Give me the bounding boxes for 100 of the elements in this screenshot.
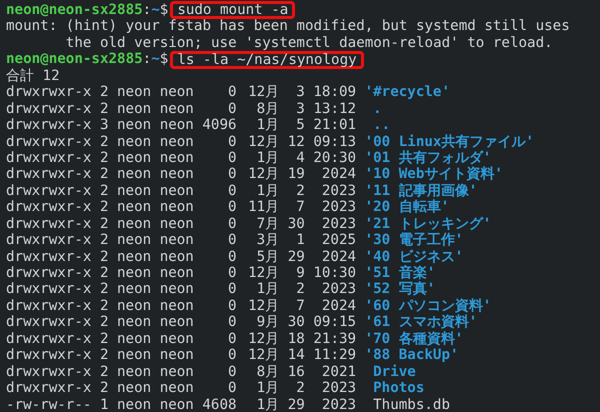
time-text: 2023 [320, 281, 356, 298]
link-count: 2 [100, 232, 108, 249]
group-text: neon [160, 396, 194, 412]
permissions-text: drwxrwxr-x [6, 232, 92, 249]
link-count: 2 [100, 100, 108, 118]
day-text: 14 [288, 347, 305, 364]
month-text: 1月 [256, 150, 280, 166]
link-count: 2 [100, 265, 108, 282]
output-text: 合計 12 [6, 68, 60, 84]
group-text: neon [160, 380, 194, 397]
time-text: 21:01 [313, 117, 356, 134]
size-text: 4608 [202, 396, 237, 412]
day-text: 29 [288, 248, 305, 266]
time-text: 2021 [320, 364, 356, 380]
permissions-text: drwxrwxr-x [6, 150, 92, 166]
owner-text: neon [117, 281, 152, 298]
file-name: '52 写真' [364, 281, 436, 298]
time-text: 2023 [320, 216, 356, 232]
size-text: 4096 [202, 117, 237, 134]
day-text: 18 [288, 330, 305, 348]
prompt-symbol: $ [160, 2, 168, 18]
month-text: 8月 [256, 364, 280, 380]
file-name: Thumbs.db [372, 396, 451, 412]
owner-text: neon [117, 265, 152, 282]
permissions-text: drwxrwxr-x [6, 380, 92, 397]
month-text: 7月 [256, 216, 280, 232]
owner-text: neon [117, 199, 152, 216]
size-text: 0 [226, 330, 237, 348]
time-text: 2023 [320, 182, 356, 200]
owner-text: neon [117, 84, 152, 101]
group-text: neon [160, 182, 194, 200]
month-text: 1月 [256, 380, 280, 397]
output-text: mount: (hint) your fstab has been modified, but systemd still uses [6, 18, 570, 35]
day-text: 4 [295, 150, 305, 166]
permissions-text: drwxrwxr-x [6, 117, 92, 134]
prompt-path: ~ [151, 51, 160, 68]
file-name: '51 音楽' [364, 265, 436, 281]
size-text: 0 [226, 281, 237, 298]
owner-text: neon [117, 100, 152, 118]
group-text: neon [160, 100, 194, 118]
file-name: Photos [372, 380, 426, 397]
time-text: 21:39 [313, 330, 356, 348]
owner-text: neon [117, 182, 152, 200]
permissions-text: drwxrwxr-x [6, 298, 92, 314]
link-count: 2 [100, 314, 108, 331]
file-name: .. [372, 117, 392, 134]
owner-text: neon [117, 347, 152, 364]
owner-text: neon [117, 330, 152, 348]
time-text: 09:13 [313, 134, 356, 150]
group-text: neon [160, 199, 194, 216]
permissions-text: drwxrwxr-x [6, 216, 92, 232]
group-text: neon [160, 117, 194, 134]
link-count: 3 [100, 117, 108, 134]
size-text: 0 [226, 298, 237, 314]
month-text: 11月 [247, 199, 280, 216]
command-text: sudo mount -a [170, 1, 296, 20]
size-text: 0 [226, 100, 237, 118]
month-text: 3月 [256, 232, 280, 249]
month-text: 1月 [256, 182, 280, 200]
file-name: '21 トレッキング' [364, 216, 492, 232]
link-count: 2 [100, 182, 108, 200]
size-text: 0 [226, 84, 237, 101]
group-text: neon [160, 232, 194, 249]
group-text: neon [160, 298, 194, 314]
owner-text: neon [117, 396, 152, 412]
output-text: the old version; use 'systemctl daemon-reload' to reload. [64, 34, 553, 52]
owner-text: neon [117, 298, 152, 314]
month-text: 1月 [256, 117, 280, 134]
day-text: 5 [295, 117, 305, 134]
month-text: 12月 [247, 134, 280, 150]
size-text: 0 [226, 347, 237, 364]
month-text: 12月 [247, 298, 280, 314]
day-text: 16 [288, 364, 305, 380]
permissions-text: drwxrwxr-x [6, 281, 92, 298]
owner-text: neon [117, 248, 152, 266]
group-text: neon [160, 134, 194, 150]
time-text: 20:30 [313, 150, 356, 166]
time-text: 2024 [320, 166, 356, 183]
month-text: 1月 [256, 396, 280, 412]
owner-text: neon [117, 150, 152, 166]
month-text: 12月 [247, 265, 280, 282]
group-text: neon [160, 330, 194, 348]
file-name: '61 スマホ資料' [364, 314, 478, 331]
link-count: 2 [100, 216, 108, 232]
month-text: 5月 [256, 248, 280, 266]
file-name: '30 電子工作' [364, 232, 464, 249]
file-name: '#recycle' [364, 84, 452, 101]
file-name: . [372, 100, 383, 118]
day-text: 19 [288, 166, 305, 183]
time-text: 2023 [320, 380, 356, 397]
prompt-symbol: $ [160, 51, 168, 68]
month-text: 12月 [247, 347, 280, 364]
permissions-text: drwxrwxr-x [6, 265, 92, 282]
link-count: 1 [100, 396, 108, 412]
link-count: 2 [100, 248, 108, 266]
day-text: 2 [295, 380, 305, 397]
link-count: 2 [100, 134, 108, 150]
link-count: 2 [100, 281, 108, 298]
prompt-separator: : [142, 51, 152, 68]
month-text: 12月 [247, 330, 280, 348]
